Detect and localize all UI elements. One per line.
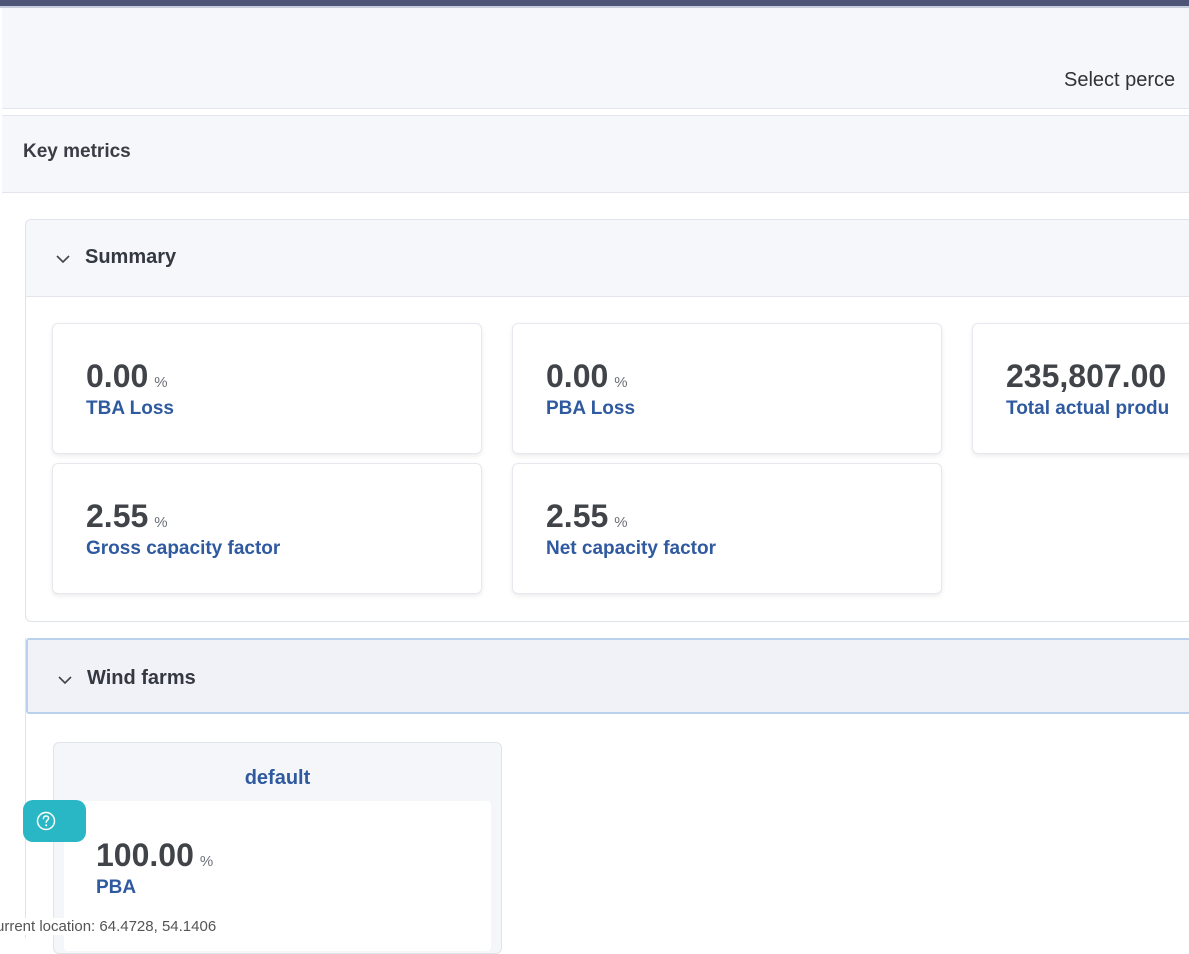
metric-value: 2.55 xyxy=(86,498,149,534)
help-button[interactable] xyxy=(23,800,86,842)
chevron-down-icon[interactable] xyxy=(54,250,72,268)
summary-title: Summary xyxy=(85,246,177,268)
metric-card-pba-loss: 0.00% PBA Loss xyxy=(512,323,942,454)
metric-label[interactable]: TBA Loss xyxy=(86,398,174,420)
metric-unit: % xyxy=(154,514,168,531)
metric-label[interactable]: Total actual produ xyxy=(1006,398,1169,420)
metric-value-row: 0.00% xyxy=(546,358,628,395)
metric-label[interactable]: Net capacity factor xyxy=(546,538,716,560)
metric-unit: % xyxy=(154,374,168,391)
metric-value: 100.00 xyxy=(96,837,194,873)
key-metrics-title: Key metrics xyxy=(23,141,131,162)
wind-farms-title: Wind farms xyxy=(87,667,196,689)
metric-unit: % xyxy=(199,853,214,870)
metric-unit: % xyxy=(614,374,628,391)
metric-value: 2.55 xyxy=(546,498,609,534)
metric-label[interactable]: Gross capacity factor xyxy=(86,538,280,560)
question-circle-icon xyxy=(36,811,56,831)
metric-value: 0.00 xyxy=(86,358,149,394)
metric-value-row: 2.55% xyxy=(86,498,168,535)
metric-label[interactable]: PBA xyxy=(96,877,136,899)
summary-panel: Summary 0.00% TBA Loss 0.00% PBA Loss 23… xyxy=(25,219,1189,622)
metric-value-row: 0.00% xyxy=(86,358,168,395)
metric-card-gross-capacity-factor: 2.55% Gross capacity factor xyxy=(52,463,482,594)
select-percentile-label[interactable]: Select perce xyxy=(1064,69,1175,92)
metric-unit: % xyxy=(614,514,628,531)
metric-card-net-capacity-factor: 2.55% Net capacity factor xyxy=(512,463,942,594)
summary-panel-header[interactable]: Summary xyxy=(26,220,1189,297)
wind-farm-name[interactable]: default xyxy=(54,767,501,790)
metric-card-tba-loss: 0.00% TBA Loss xyxy=(52,323,482,454)
key-metrics-header xyxy=(2,115,1189,193)
page-header xyxy=(2,8,1189,109)
top-border xyxy=(0,0,1189,8)
metric-value-row: 235,807.00 xyxy=(1006,358,1172,395)
current-location-status: urrent location: 64.4728, 54.1406 xyxy=(0,918,221,935)
chevron-down-icon[interactable] xyxy=(56,671,74,689)
metric-value: 235,807.00 xyxy=(1006,358,1167,394)
metric-value-row: 100.00% xyxy=(96,837,213,874)
metric-value: 0.00 xyxy=(546,358,609,394)
metric-card-total-actual-production: 235,807.00 Total actual produ xyxy=(972,323,1189,454)
metric-value-row: 2.55% xyxy=(546,498,628,535)
wind-farms-panel-header[interactable]: Wind farms xyxy=(26,638,1189,714)
metric-label[interactable]: PBA Loss xyxy=(546,398,635,420)
